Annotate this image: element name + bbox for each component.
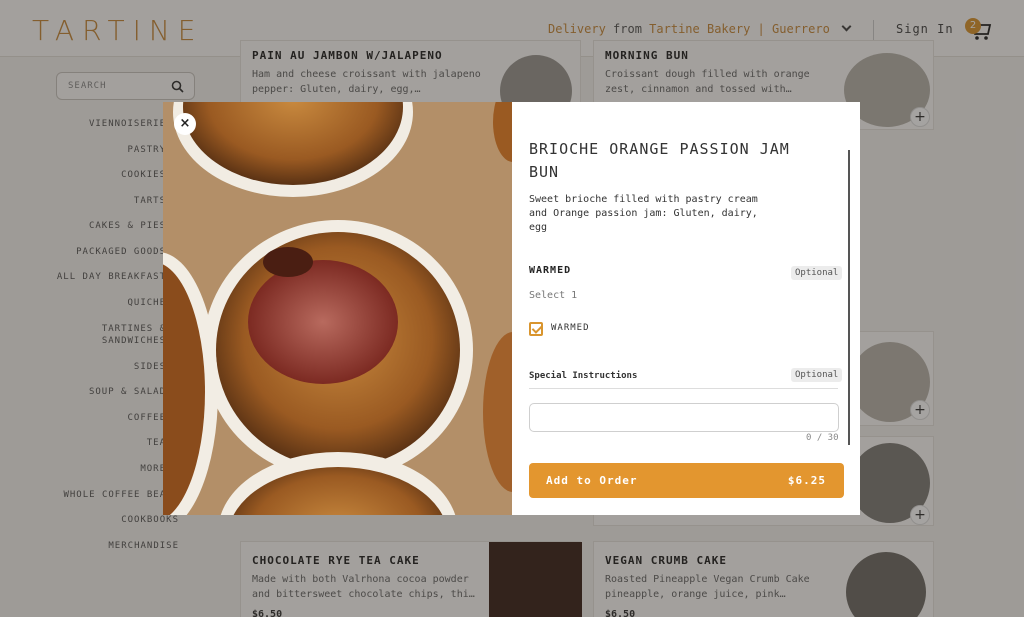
add-to-order-price: $6.25 [787,474,826,487]
warmed-checkbox-label[interactable]: WARMED [551,323,590,333]
close-modal-button[interactable]: × [174,113,196,135]
divider [529,388,838,389]
character-counter: 0 / 30 [806,433,839,443]
warmed-checkbox[interactable] [529,322,543,336]
option-group-optional-badge: Optional [791,266,843,280]
add-to-order-label: Add to Order [546,474,638,487]
special-instructions-label: Special Instructions [529,371,638,381]
option-group-title: WARMED [529,265,572,276]
option-group-hint: Select 1 [529,290,578,301]
add-to-order-button[interactable]: Add to Order $6.25 [529,463,844,498]
modal-description: Sweet brioche filled with pastry cream a… [529,194,758,233]
product-photo [163,102,512,515]
modal-scrollbar[interactable] [848,150,850,445]
special-instructions-input[interactable] [529,403,839,432]
special-instructions-optional-badge: Optional [791,368,843,382]
modal-title: BRIOCHE ORANGE PASSION JAM BUN [529,140,790,181]
